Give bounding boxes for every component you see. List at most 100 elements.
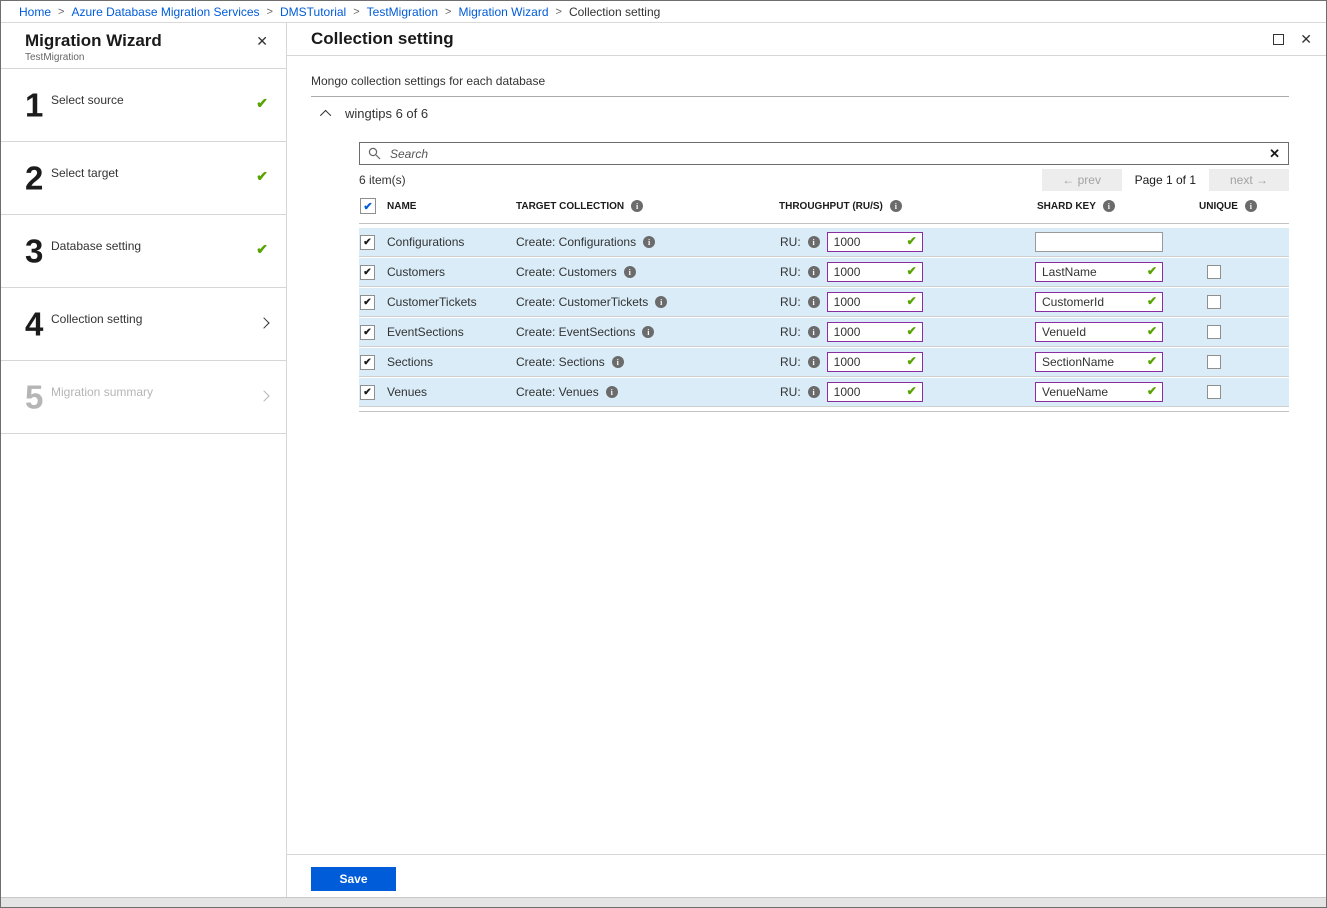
prev-page-button[interactable]: ← prev (1042, 169, 1122, 191)
ru-label: RU: (780, 235, 801, 249)
shard-key-input[interactable] (1035, 262, 1163, 282)
clear-search-icon[interactable]: ✕ (1261, 146, 1288, 162)
target-collection-value: Create: Customers (516, 265, 617, 279)
throughput-input[interactable] (827, 382, 923, 402)
breadcrumb-testmigration[interactable]: TestMigration (367, 5, 438, 19)
throughput-input[interactable] (827, 322, 923, 342)
close-icon[interactable]: ✕ (252, 31, 272, 52)
step-label: Select source (51, 93, 124, 107)
step-collection-setting[interactable]: 4 Collection setting (1, 288, 286, 361)
page-indicator: Page 1 of 1 (1135, 173, 1196, 187)
close-icon[interactable]: ✕ (1300, 32, 1312, 46)
ru-label: RU: (780, 325, 801, 339)
shard-key-input[interactable] (1035, 352, 1163, 372)
app-window: Home > Azure Database Migration Services… (0, 0, 1327, 908)
next-page-button[interactable]: next → (1209, 169, 1289, 191)
maximize-icon[interactable] (1273, 34, 1284, 45)
breadcrumb-current: Collection setting (569, 5, 660, 19)
chevron-up-icon (320, 109, 331, 120)
target-collection-value: Create: Venues (516, 385, 599, 399)
info-icon[interactable]: i (808, 326, 820, 338)
column-header-throughput: THROUGHPUT (RU/S) (779, 201, 883, 212)
unique-checkbox[interactable] (1207, 325, 1221, 339)
step-complete-check-icon: ✔ (256, 241, 268, 258)
unique-checkbox[interactable] (1207, 385, 1221, 399)
step-label: Select target (51, 166, 118, 180)
collection-setting-panel: Collection setting ✕ Mongo collection se… (287, 23, 1326, 897)
info-icon[interactable]: i (643, 236, 655, 248)
column-header-shard-key: SHARD KEY (1037, 201, 1096, 212)
row-checkbox[interactable] (360, 355, 375, 370)
info-icon[interactable]: i (1103, 200, 1115, 212)
breadcrumb-separator: > (556, 6, 562, 18)
info-icon[interactable]: i (1245, 200, 1257, 212)
section-label: Mongo collection settings for each datab… (311, 74, 1289, 97)
info-icon[interactable]: i (624, 266, 636, 278)
ru-label: RU: (780, 295, 801, 309)
breadcrumb-migration-wizard[interactable]: Migration Wizard (458, 5, 548, 19)
breadcrumb-dms-services[interactable]: Azure Database Migration Services (71, 5, 259, 19)
table-row-venues: Venues Create: Venuesi RU: i (359, 378, 1289, 407)
info-icon[interactable]: i (890, 200, 902, 212)
shard-key-input[interactable] (1035, 232, 1163, 252)
shard-key-input[interactable] (1035, 382, 1163, 402)
sidebar-empty-area (1, 434, 286, 897)
row-checkbox[interactable] (360, 295, 375, 310)
select-all-checkbox[interactable] (360, 198, 376, 214)
chevron-right-icon (258, 317, 269, 328)
unique-checkbox[interactable] (1207, 265, 1221, 279)
chevron-right-icon (258, 390, 269, 401)
target-collection-value: Create: Sections (516, 355, 605, 369)
wizard-sidebar-header: Migration Wizard TestMigration ✕ (1, 23, 286, 69)
info-icon[interactable]: i (655, 296, 667, 308)
save-button[interactable]: Save (311, 867, 396, 891)
unique-checkbox[interactable] (1207, 295, 1221, 309)
info-icon[interactable]: i (606, 386, 618, 398)
unique-checkbox[interactable] (1207, 355, 1221, 369)
search-input[interactable] (390, 147, 1261, 161)
info-icon[interactable]: i (808, 386, 820, 398)
table-row-sections: Sections Create: Sectionsi RU: i (359, 348, 1289, 377)
info-icon[interactable]: i (808, 236, 820, 248)
shard-key-input[interactable] (1035, 322, 1163, 342)
table-row-customertickets: CustomerTickets Create: CustomerTicketsi… (359, 288, 1289, 317)
collection-name: CustomerTickets (387, 295, 514, 309)
step-select-target[interactable]: 2 Select target ✔ (1, 142, 286, 215)
throughput-input[interactable] (827, 352, 923, 372)
step-migration-summary: 5 Migration summary (1, 361, 286, 434)
search-icon (368, 147, 381, 160)
info-icon[interactable]: i (808, 266, 820, 278)
row-checkbox[interactable] (360, 325, 375, 340)
step-database-setting[interactable]: 3 Database setting ✔ (1, 215, 286, 288)
target-collection-value: Create: Configurations (516, 235, 636, 249)
breadcrumb-separator: > (445, 6, 451, 18)
wizard-subtitle: TestMigration (25, 52, 270, 63)
row-checkbox[interactable] (360, 265, 375, 280)
throughput-input[interactable] (827, 292, 923, 312)
row-checkbox[interactable] (360, 385, 375, 400)
step-number: 1 (25, 89, 43, 122)
row-checkbox[interactable] (360, 235, 375, 250)
info-icon[interactable]: i (808, 296, 820, 308)
info-icon[interactable]: i (808, 356, 820, 368)
bottom-strip (1, 897, 1326, 907)
panel-footer: Save (287, 854, 1326, 897)
panel-body: Mongo collection settings for each datab… (287, 56, 1326, 854)
wizard-sidebar: Migration Wizard TestMigration ✕ 1 Selec… (1, 23, 287, 897)
column-header-name: NAME (387, 201, 514, 212)
breadcrumb-dmstutorial[interactable]: DMSTutorial (280, 5, 346, 19)
breadcrumb-separator: > (58, 6, 64, 18)
step-complete-check-icon: ✔ (256, 168, 268, 185)
throughput-input[interactable] (827, 232, 923, 252)
breadcrumb-home[interactable]: Home (19, 5, 51, 19)
step-select-source[interactable]: 1 Select source ✔ (1, 69, 286, 142)
info-icon[interactable]: i (631, 200, 643, 212)
throughput-input[interactable] (827, 262, 923, 282)
page-title: Collection setting (311, 29, 1273, 49)
info-icon[interactable]: i (642, 326, 654, 338)
database-group-header[interactable]: wingtips 6 of 6 (311, 106, 1289, 121)
table-bottom-divider (359, 411, 1289, 412)
collection-name: Configurations (387, 235, 514, 249)
shard-key-input[interactable] (1035, 292, 1163, 312)
info-icon[interactable]: i (612, 356, 624, 368)
